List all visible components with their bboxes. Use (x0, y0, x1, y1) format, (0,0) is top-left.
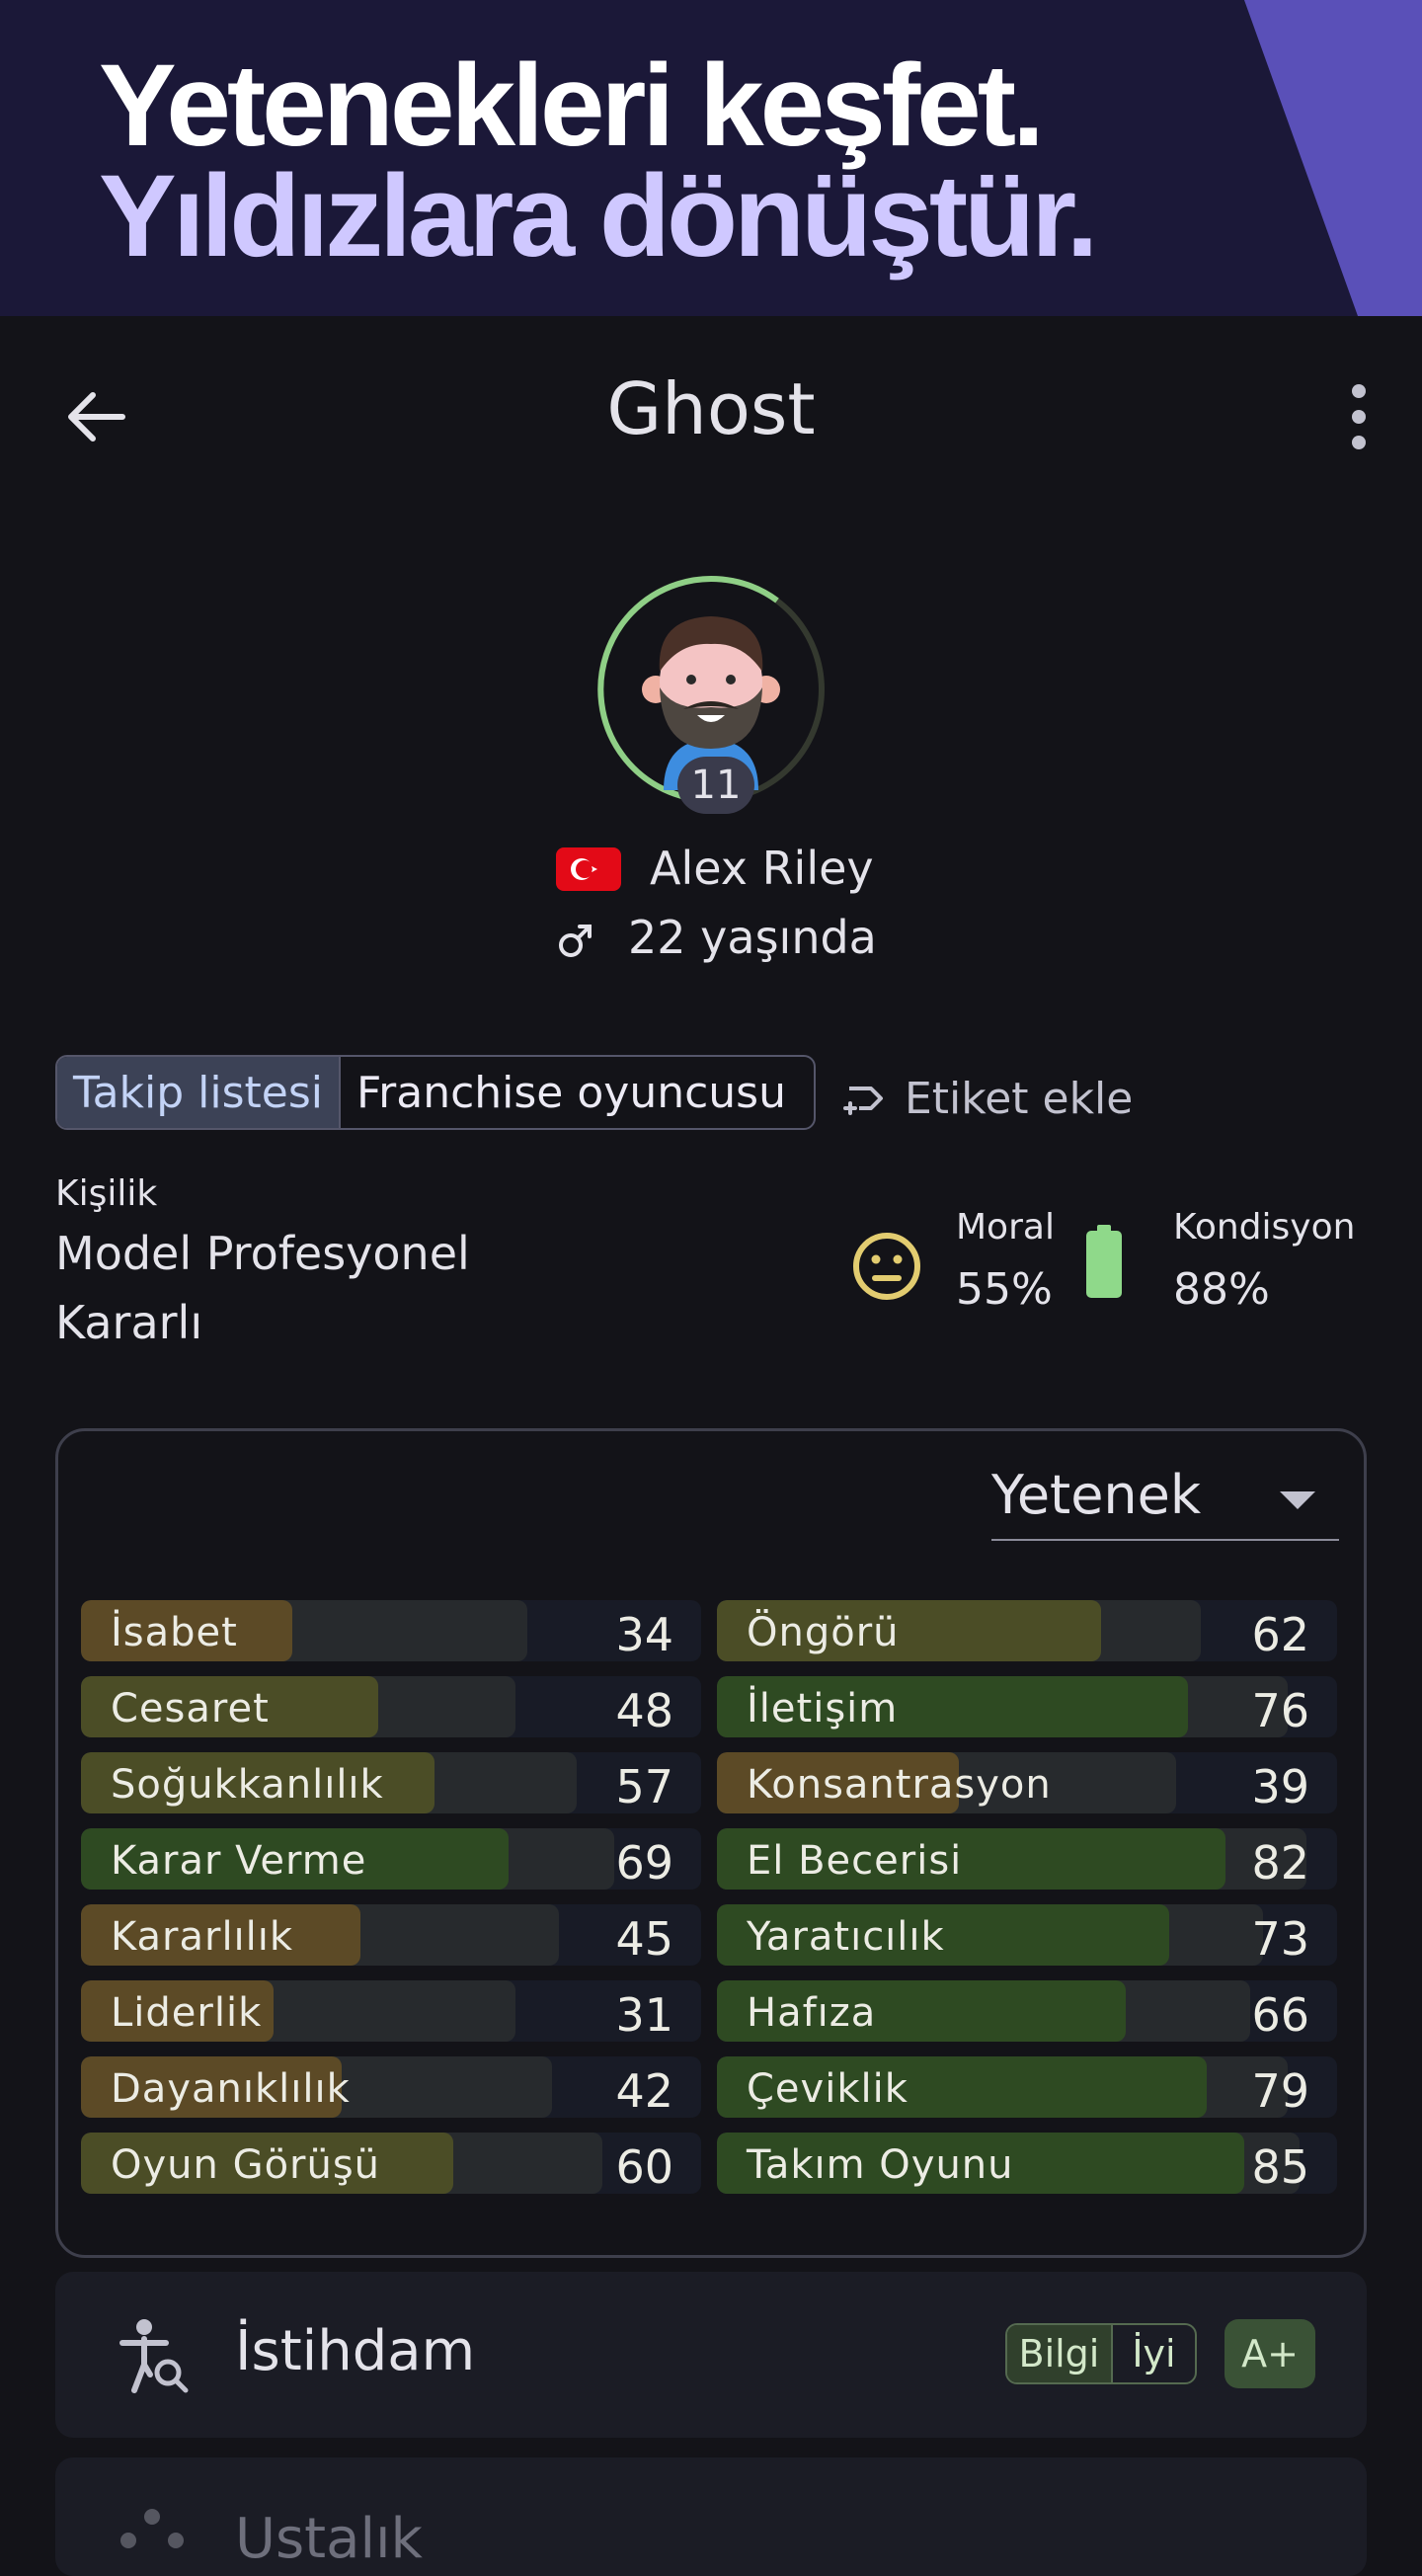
dropdown-arrow-icon (1280, 1491, 1315, 1509)
promo-banner[interactable]: Yetenekleri keşfet. Yıldızlara dönüştür. (0, 0, 1422, 316)
skill-row[interactable]: Kararlılık 45 (81, 1904, 701, 1966)
skill-row[interactable]: Soğukkanlılık 57 (81, 1752, 701, 1813)
more-vert-icon (1352, 384, 1366, 449)
employment-info-badge: Bilgi İyi (1005, 2323, 1197, 2384)
add-label-icon (843, 1087, 883, 1115)
info-badge-label: Bilgi (1007, 2325, 1111, 2382)
skill-row[interactable]: Yaratıcılık 73 (717, 1904, 1337, 1966)
player-name-row: Alex Riley (0, 842, 1422, 901)
skill-row[interactable]: Hafıza 66 (717, 1980, 1337, 2042)
skill-value: 48 (615, 1684, 673, 1737)
skill-row[interactable]: Liderlik 31 (81, 1980, 701, 2042)
condition-label: Kondisyon (1173, 1207, 1356, 1248)
player-age-row: 22 yaşında (0, 911, 1422, 970)
employment-section[interactable]: İstihdam Bilgi İyi A+ (55, 2272, 1367, 2438)
tag-franchise-player[interactable]: Franchise oyuncusu (339, 1057, 802, 1128)
morale-value: 55% (956, 1264, 1053, 1315)
page-title: Ghost (606, 367, 816, 450)
skill-name: El Becerisi (747, 1838, 963, 1884)
person-search-icon (119, 2319, 189, 2393)
skill-category-dropdown[interactable]: Yetenek (991, 1450, 1339, 1541)
skill-value: 66 (1251, 1988, 1309, 2042)
add-tag-button[interactable]: Etiket ekle (841, 1067, 1133, 1130)
personality-value-2: Kararlı (55, 1296, 203, 1349)
condition-value: 88% (1173, 1264, 1270, 1315)
tag-watchlist[interactable]: Takip listesi (57, 1057, 340, 1128)
skill-row[interactable]: Konsantrasyon 39 (717, 1752, 1337, 1813)
skills-column-left: İsabet 34 Cesaret 48 Soğukkanlılık 57 Karar Ve… (81, 1600, 701, 2209)
skill-name: İsabet (111, 1610, 238, 1655)
skill-name: Cesaret (111, 1686, 270, 1731)
skill-row[interactable]: Takım Oyunu 85 (717, 2133, 1337, 2194)
skill-value: 57 (615, 1760, 673, 1813)
male-icon (559, 925, 592, 957)
skill-value: 39 (1251, 1760, 1309, 1813)
skill-name: Çeviklik (747, 2066, 908, 2112)
skill-name: Konsantrasyon (747, 1762, 1052, 1808)
skill-name: Oyun Görüşü (111, 2142, 381, 2188)
skill-name: Hafıza (747, 1990, 877, 2036)
skill-value: 34 (615, 1608, 673, 1661)
skill-row[interactable]: Cesaret 48 (81, 1676, 701, 1737)
skill-row[interactable]: Öngörü 62 (717, 1600, 1337, 1661)
skill-value: 85 (1251, 2140, 1309, 2194)
mastery-icon (120, 2509, 184, 2548)
turkey-flag-icon (556, 847, 621, 891)
skill-value: 69 (615, 1836, 673, 1890)
skills-column-right: Öngörü 62 İletişim 76 Konsantrasyon 39 El Bece… (717, 1600, 1337, 2209)
more-options-button[interactable] (1304, 377, 1382, 456)
employment-grade-badge: A+ (1224, 2319, 1315, 2388)
personality-label: Kişilik (55, 1173, 158, 1214)
skill-name: Öngörü (747, 1610, 900, 1655)
skill-value: 31 (615, 1988, 673, 2042)
skill-value: 79 (1251, 2064, 1309, 2118)
skill-name: Liderlik (111, 1990, 263, 2036)
skill-row[interactable]: Çeviklik 79 (717, 2056, 1337, 2118)
neutral-face-icon (853, 1233, 920, 1300)
morale-label: Moral (956, 1207, 1055, 1248)
player-age: 22 yaşında (628, 911, 877, 964)
quality-badge-label: İyi (1110, 2325, 1195, 2382)
banner-headline: Yetenekleri keşfet. (99, 40, 1045, 171)
skill-row[interactable]: Dayanıklılık 42 (81, 2056, 701, 2118)
skill-value: 73 (1251, 1912, 1309, 1966)
skill-row[interactable]: Oyun Görüşü 60 (81, 2133, 701, 2194)
jersey-number-badge: 11 (677, 757, 754, 814)
skill-name: Kararlılık (111, 1914, 294, 1960)
mastery-title: Ustalık (235, 2507, 423, 2571)
dropdown-selected-value: Yetenek (991, 1464, 1202, 1526)
app-bar: Ghost (0, 316, 1422, 514)
skill-name: Takım Oyunu (747, 2142, 1014, 2188)
mastery-section[interactable]: Ustalık (55, 2457, 1367, 2576)
player-name: Alex Riley (650, 842, 874, 895)
skill-value: 42 (615, 2064, 673, 2118)
banner-accent-shape (1244, 0, 1422, 316)
skill-row[interactable]: El Becerisi 82 (717, 1828, 1337, 1890)
add-tag-label: Etiket ekle (905, 1073, 1134, 1124)
skill-value: 60 (615, 2140, 673, 2194)
skill-name: Soğukkanlılık (111, 1762, 384, 1808)
personality-value-1: Model Profesyonel (55, 1227, 470, 1280)
skill-row[interactable]: Karar Verme 69 (81, 1828, 701, 1890)
skill-value: 76 (1251, 1684, 1309, 1737)
tag-group: Takip listesi Franchise oyuncusu (55, 1055, 816, 1130)
skill-name: İletişim (747, 1686, 899, 1731)
skill-row[interactable]: İletişim 76 (717, 1676, 1337, 1737)
skill-value: 82 (1251, 1836, 1309, 1890)
skill-row[interactable]: İsabet 34 (81, 1600, 701, 1661)
skill-value: 62 (1251, 1608, 1309, 1661)
battery-icon (1086, 1225, 1122, 1298)
skill-name: Dayanıklılık (111, 2066, 351, 2112)
skill-name: Karar Verme (111, 1838, 367, 1884)
skill-name: Yaratıcılık (747, 1914, 945, 1960)
employment-title: İstihdam (235, 2319, 476, 2383)
skill-value: 45 (615, 1912, 673, 1966)
banner-subheadline: Yıldızlara dönüştür. (99, 151, 1098, 282)
